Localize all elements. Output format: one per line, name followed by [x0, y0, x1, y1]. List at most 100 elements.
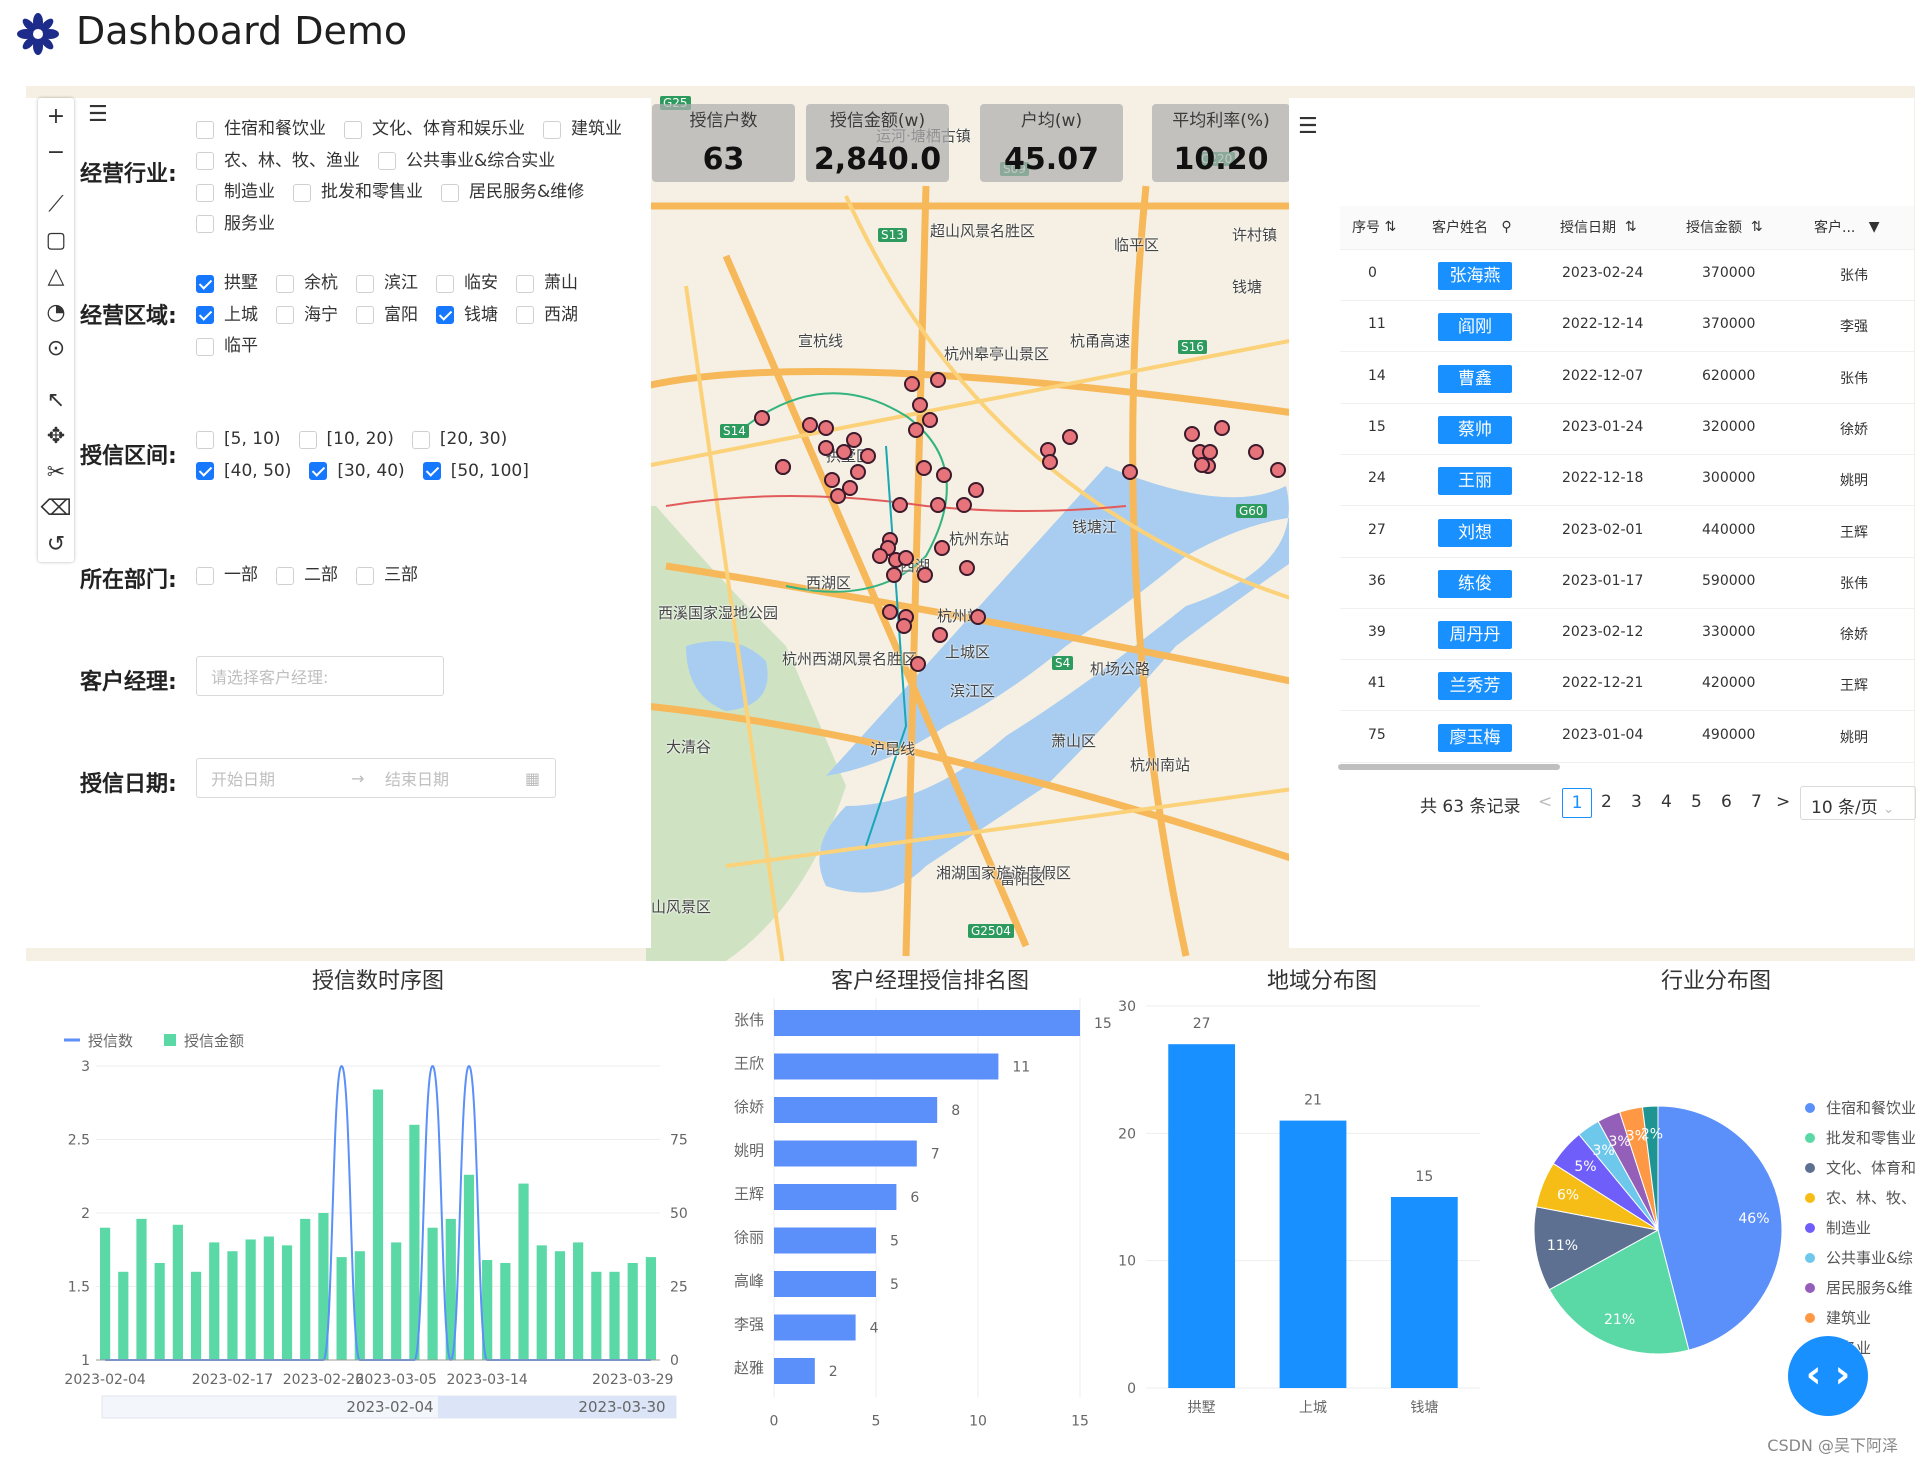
- rotate-icon[interactable]: ↺: [38, 526, 74, 562]
- page-number[interactable]: 2: [1601, 792, 1612, 812]
- map-marker[interactable]: [886, 567, 902, 583]
- page-number[interactable]: 4: [1661, 792, 1672, 812]
- checkbox[interactable]: [276, 566, 294, 585]
- cut-icon[interactable]: ✂: [38, 454, 74, 490]
- eraser-icon[interactable]: ⌫: [38, 490, 74, 526]
- map-marker[interactable]: [892, 497, 908, 513]
- region-option[interactable]: 萧山: [516, 270, 578, 297]
- page-size-select[interactable]: 10 条/页 ⌄: [1800, 786, 1916, 820]
- customer-name-tag[interactable]: 王丽: [1438, 467, 1512, 496]
- checkbox[interactable]: [196, 274, 214, 293]
- customer-name-tag[interactable]: 阎刚: [1438, 313, 1512, 342]
- map-marker[interactable]: [1062, 429, 1078, 445]
- table-row[interactable]: 41 2022-12-21 420000 王辉 兰秀芳: [1340, 660, 1914, 712]
- customer-name-tag[interactable]: 曹鑫: [1438, 364, 1512, 393]
- customer-name-tag[interactable]: 兰秀芳: [1438, 672, 1512, 701]
- map-marker[interactable]: [1214, 420, 1230, 436]
- range-option[interactable]: [30, 40): [309, 458, 405, 485]
- table-row[interactable]: 15 2023-01-24 320000 徐娇 蔡帅: [1340, 404, 1914, 455]
- range-option[interactable]: [10, 20): [298, 426, 394, 453]
- map-marker[interactable]: [836, 444, 852, 460]
- map-marker[interactable]: [850, 464, 866, 480]
- draw-line-icon[interactable]: ⟋: [38, 186, 74, 222]
- zoom-out-icon[interactable]: −: [38, 134, 74, 170]
- table-row[interactable]: 39 2023-02-12 330000 徐娇 周丹丹: [1340, 609, 1914, 661]
- checkbox[interactable]: [422, 462, 441, 480]
- dept-option[interactable]: 三部: [356, 562, 418, 589]
- table-row[interactable]: 11 2022-12-14 370000 李强 阎刚: [1340, 301, 1914, 353]
- map-marker[interactable]: [922, 412, 938, 428]
- checkbox[interactable]: [516, 274, 534, 293]
- map-marker[interactable]: [904, 376, 920, 392]
- next-page-icon[interactable]: >: [1776, 792, 1790, 812]
- customer-name-tag[interactable]: 练俊: [1438, 569, 1512, 598]
- industry-option[interactable]: 公共事业&综合实业: [378, 148, 555, 175]
- region-option[interactable]: 西湖: [516, 302, 578, 329]
- page-number[interactable]: 1: [1562, 788, 1592, 818]
- page-number[interactable]: 3: [1631, 792, 1642, 812]
- map-marker[interactable]: [936, 467, 952, 483]
- checkbox[interactable]: [196, 462, 214, 480]
- dept-option[interactable]: 一部: [196, 562, 258, 589]
- menu-fold-icon[interactable]: ☰: [88, 102, 108, 127]
- range-option[interactable]: [20, 30): [411, 426, 507, 453]
- region-option[interactable]: 上城: [196, 302, 258, 329]
- page-number[interactable]: 6: [1721, 792, 1732, 812]
- table-row[interactable]: 0 2023-02-24 370000 张伟 张海燕: [1340, 250, 1914, 301]
- page-number[interactable]: 7: [1751, 792, 1762, 812]
- table-row[interactable]: 75 2023-01-04 490000 姚明 廖玉梅: [1340, 712, 1914, 763]
- checkbox[interactable]: [196, 566, 214, 585]
- checkbox[interactable]: [356, 566, 374, 585]
- col-index[interactable]: 序号 ⇅: [1352, 212, 1396, 242]
- map-marker[interactable]: [754, 410, 770, 426]
- map-marker[interactable]: [970, 609, 986, 625]
- map-marker[interactable]: [830, 488, 846, 504]
- table-row[interactable]: 24 2022-12-18 300000 姚明 王丽: [1340, 455, 1914, 507]
- range-option[interactable]: [50, 100]: [422, 458, 529, 485]
- draw-rect-icon[interactable]: ▢: [38, 222, 74, 258]
- map-marker[interactable]: [917, 567, 933, 583]
- checkbox[interactable]: [411, 430, 430, 449]
- col-amount[interactable]: 授信金额 ⇅: [1686, 212, 1763, 242]
- map-marker[interactable]: [912, 397, 928, 413]
- map-marker[interactable]: [860, 448, 876, 464]
- date-range-picker[interactable]: 开始日期 → 结束日期 ▦: [196, 758, 556, 798]
- region-option[interactable]: 临平: [196, 333, 258, 360]
- checkbox[interactable]: [543, 120, 561, 139]
- checkbox[interactable]: [196, 120, 214, 139]
- map-marker[interactable]: [932, 627, 948, 643]
- checkbox[interactable]: [298, 430, 317, 449]
- draw-point-icon[interactable]: ⊙: [38, 330, 74, 366]
- table-row[interactable]: 36 2023-01-17 590000 张伟 练俊: [1340, 558, 1914, 609]
- customer-name-tag[interactable]: 廖玉梅: [1438, 723, 1512, 752]
- region-option[interactable]: 海宁: [276, 302, 338, 329]
- code-icon[interactable]: ‹ ›: [1788, 1336, 1868, 1416]
- checkbox[interactable]: [196, 183, 214, 202]
- draw-circle-icon[interactable]: ◔: [38, 294, 74, 330]
- checkbox[interactable]: [516, 306, 534, 324]
- map-marker[interactable]: [908, 422, 924, 438]
- start-date-input[interactable]: 开始日期: [211, 766, 351, 790]
- checkbox[interactable]: [356, 274, 374, 293]
- region-option[interactable]: 滨江: [356, 270, 418, 297]
- draw-polygon-icon[interactable]: △: [38, 258, 74, 294]
- checkbox[interactable]: [436, 306, 454, 324]
- map-marker[interactable]: [1194, 457, 1210, 473]
- industry-option[interactable]: 批发和零售业: [293, 179, 423, 206]
- map-marker[interactable]: [968, 482, 984, 498]
- end-date-input[interactable]: 结束日期: [385, 766, 525, 790]
- region-option[interactable]: 富阳: [356, 302, 418, 329]
- map-marker[interactable]: [872, 548, 888, 564]
- map-marker[interactable]: [1270, 462, 1286, 478]
- map-marker[interactable]: [934, 540, 950, 556]
- customer-name-tag[interactable]: 张海燕: [1438, 262, 1512, 290]
- map-marker[interactable]: [775, 459, 791, 475]
- col-manager[interactable]: 客户... ▼: [1814, 212, 1880, 242]
- map-marker[interactable]: [956, 497, 972, 513]
- map-marker[interactable]: [898, 550, 914, 566]
- zoom-in-icon[interactable]: +: [38, 98, 74, 134]
- industry-option[interactable]: 文化、体育和娱乐业: [344, 116, 525, 143]
- checkbox[interactable]: [196, 152, 214, 170]
- menu-fold-icon[interactable]: ☰: [1298, 114, 1318, 139]
- checkbox[interactable]: [196, 215, 214, 233]
